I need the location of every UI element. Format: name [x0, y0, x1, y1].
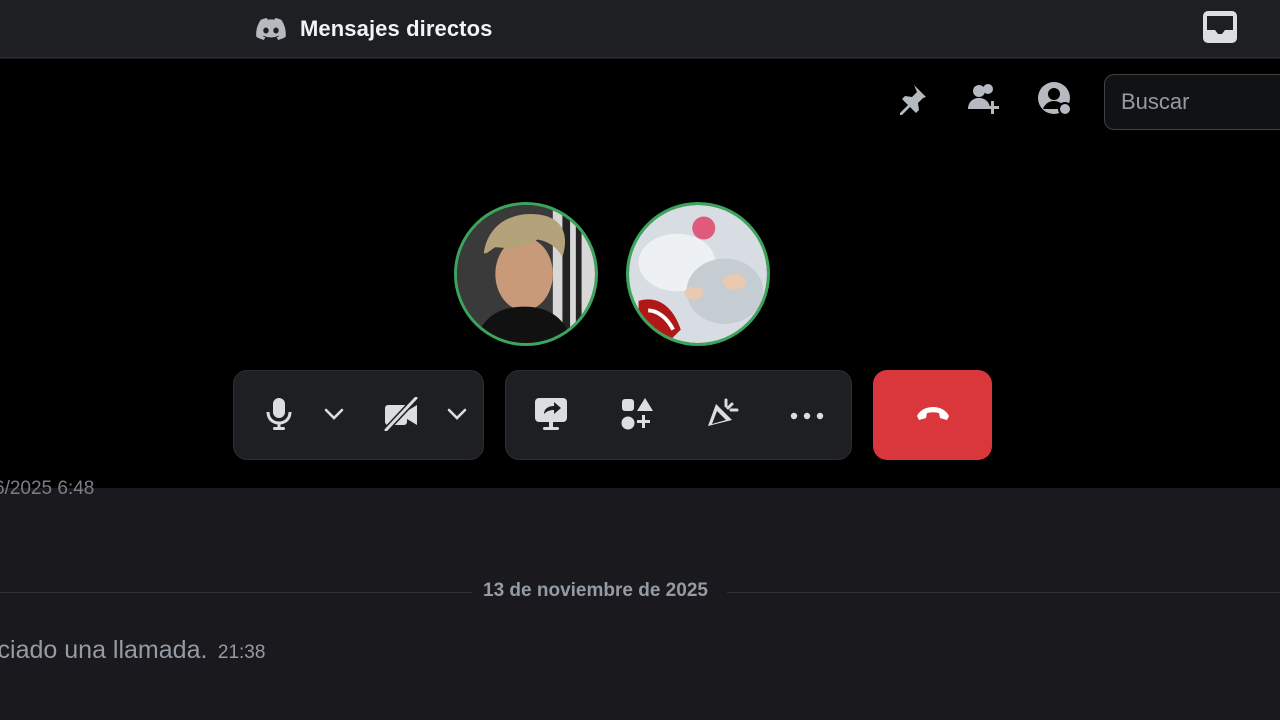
search-box[interactable]: [1104, 74, 1280, 130]
participant-avatar-1[interactable]: [454, 202, 598, 346]
user-profile-icon: [1037, 81, 1073, 122]
system-message-time: 21:38: [217, 642, 266, 663]
inbox-icon: [1202, 10, 1238, 49]
share-screen-icon: [533, 396, 569, 437]
date-divider-line-left: [0, 592, 472, 593]
date-divider-line-right: [727, 592, 1280, 593]
add-friend-icon: [966, 81, 1002, 122]
page-title: Mensajes directos: [300, 16, 493, 41]
participant-avatar-2[interactable]: [626, 202, 770, 346]
microphone-icon: [265, 397, 293, 436]
more-icon: [790, 407, 824, 425]
avatar-user-2: [629, 205, 767, 343]
inbox-button[interactable]: [1201, 10, 1239, 49]
audio-video-controls: [233, 370, 484, 460]
title-brand: Mensajes directos: [256, 14, 492, 44]
system-message-text: iciado una llamada.: [0, 636, 208, 664]
end-call-button[interactable]: [873, 370, 992, 460]
mic-options-button[interactable]: [322, 393, 346, 439]
system-message: iciado una llamada. 21:38: [0, 636, 265, 665]
mute-button[interactable]: [262, 393, 296, 439]
camera-options-button[interactable]: [445, 393, 469, 439]
share-screen-button[interactable]: [532, 393, 570, 439]
pin-button[interactable]: [893, 82, 931, 120]
hang-up-icon: [915, 405, 951, 426]
chevron-down-icon: [324, 407, 344, 425]
pin-icon: [895, 82, 929, 121]
activities-icon: [620, 397, 654, 436]
user-profile-button[interactable]: [1036, 81, 1074, 122]
activities-button[interactable]: [618, 393, 656, 439]
search-input[interactable]: [1121, 75, 1280, 129]
call-tools-controls: [505, 370, 852, 460]
title-bar: Mensajes directos: [0, 0, 1280, 58]
soundboard-icon: [704, 396, 740, 437]
discord-logo-icon: [256, 18, 286, 40]
message-timestamp: 6/2025 6:48: [0, 478, 95, 499]
chevron-down-icon: [447, 407, 467, 425]
more-options-button[interactable]: [788, 393, 826, 439]
chat-area: 6/2025 6:48 13 de noviembre de 2025 icia…: [0, 478, 1280, 720]
add-friend-button[interactable]: [965, 82, 1003, 120]
avatar-user-1: [457, 205, 595, 343]
date-divider: 13 de noviembre de 2025: [483, 580, 708, 601]
camera-off-icon: [383, 395, 419, 436]
soundboard-button[interactable]: [703, 393, 741, 439]
camera-button[interactable]: [382, 393, 420, 439]
